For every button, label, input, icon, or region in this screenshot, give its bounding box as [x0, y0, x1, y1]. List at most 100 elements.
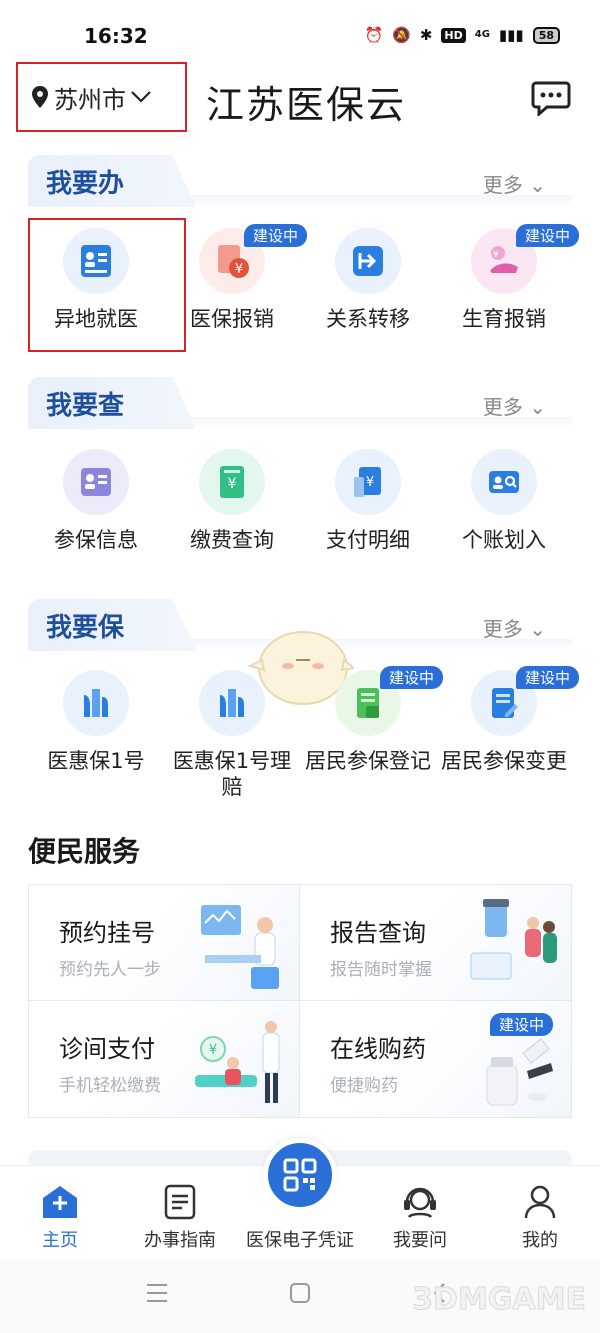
- item-label: 医惠保1号理赔: [172, 749, 292, 799]
- nav-label: 主页: [42, 1230, 78, 1251]
- wip-badge: 建设中: [380, 666, 444, 689]
- more-link[interactable]: 更多 ⌄: [483, 169, 546, 198]
- alarm-icon: ⏰: [364, 26, 384, 44]
- yihuibao-logo-icon: [63, 670, 129, 736]
- service-resident-register[interactable]: 建设中 居民参保登记: [300, 666, 444, 800]
- section-title: 我要办: [46, 169, 125, 199]
- item-label: 关系转移: [326, 307, 410, 331]
- service-payment-query[interactable]: ¥ 缴费查询: [164, 449, 300, 553]
- card-title: 预约挂号: [59, 919, 155, 947]
- service-yihuibao[interactable]: 医惠保1号: [28, 670, 164, 800]
- service-card-report[interactable]: 报告查询 报告随时掌握: [300, 885, 571, 1001]
- battery-indicator: 58: [532, 26, 560, 44]
- item-label: 医惠保1号: [47, 749, 145, 773]
- nav-ask[interactable]: 我要问: [360, 1166, 480, 1260]
- location-pin-icon: [32, 86, 48, 108]
- item-label: 支付明细: [326, 528, 410, 552]
- services-title: 便民服务: [28, 835, 141, 868]
- card-title: 诊间支付: [59, 1035, 155, 1063]
- service-transfer[interactable]: 关系转移: [300, 228, 436, 332]
- service-insurance-info[interactable]: 参保信息: [28, 449, 164, 553]
- user-icon: [524, 1185, 556, 1219]
- section-title: 我要查: [46, 391, 125, 421]
- service-payment-detail[interactable]: ¥ 支付明细: [300, 449, 436, 553]
- item-label: 生育报销: [462, 307, 546, 331]
- svg-text:¥: ¥: [209, 1043, 217, 1058]
- bill-icon: ¥: [199, 449, 265, 515]
- message-icon[interactable]: [531, 80, 571, 116]
- card-subtitle: 预约先人一步: [59, 960, 161, 980]
- doctor-monitor-illustration: [201, 905, 279, 989]
- nav-guide[interactable]: 办事指南: [120, 1166, 240, 1260]
- svg-text:¥: ¥: [235, 262, 243, 277]
- yihuibao-logo-icon: [199, 670, 265, 736]
- network-label: 4G: [474, 29, 490, 40]
- qr-voucher-button[interactable]: [263, 1138, 337, 1212]
- service-card-clinic-pay[interactable]: 诊间支付 手机轻松缴费 ¥: [29, 1001, 300, 1117]
- wip-badge: 建设中: [516, 224, 580, 247]
- item-label: 居民参保变更: [441, 749, 567, 773]
- home-icon: [43, 1186, 77, 1218]
- more-link[interactable]: 更多 ⌄: [483, 391, 546, 420]
- section-bao-grid: 医惠保1号 医惠保1号理赔 建设中 居民参保登记 建设中 居民参保变更: [28, 666, 580, 800]
- profile-card-icon: [63, 449, 129, 515]
- more-link[interactable]: 更多 ⌄: [483, 613, 546, 642]
- item-label: 居民参保登记: [305, 749, 431, 773]
- report-people-illustration: [470, 899, 557, 980]
- qr-code-icon: [283, 1158, 317, 1192]
- nav-label: 我的: [522, 1230, 558, 1251]
- service-maternity[interactable]: ¥ 建设中 生育报销: [436, 224, 580, 332]
- card-subtitle: 手机轻松缴费: [59, 1076, 161, 1096]
- nav-home[interactable]: 主页: [0, 1166, 120, 1260]
- section-cha-header: 我要查 更多 ⌄: [28, 377, 572, 429]
- status-time: 16:32: [84, 24, 148, 48]
- card-title: 报告查询: [330, 919, 426, 947]
- payment-receipt-icon: ¥: [335, 449, 401, 515]
- headset-icon: [404, 1187, 436, 1218]
- wip-badge: 建设中: [244, 224, 308, 247]
- item-label: 参保信息: [54, 528, 138, 552]
- chevron-down-icon: ⌄: [529, 395, 546, 419]
- status-bar: 16:32 ⏰ 🔕 ✱ HD 4G ▮▮▮ 58: [0, 0, 600, 70]
- item-label: 缴费查询: [190, 528, 274, 552]
- city-selector[interactable]: 苏州市: [16, 62, 187, 132]
- menu-icon[interactable]: [146, 1282, 168, 1304]
- watermark: 3DMGAME: [412, 1282, 587, 1318]
- mute-icon: 🔕: [392, 26, 411, 44]
- medicine-illustration: [486, 1038, 553, 1106]
- svg-text:¥: ¥: [366, 475, 374, 490]
- card-subtitle: 报告随时掌握: [330, 960, 432, 980]
- account-search-icon: [471, 449, 537, 515]
- nav-profile[interactable]: 我的: [480, 1166, 600, 1260]
- home-square-icon[interactable]: [289, 1282, 311, 1304]
- section-banli-header: 我要办 更多 ⌄: [28, 155, 572, 207]
- service-account-transfer[interactable]: 个账划入: [436, 449, 572, 553]
- chevron-down-icon: [131, 91, 151, 103]
- signal-icon: ▮▮▮: [498, 26, 524, 44]
- city-label: 苏州市: [54, 85, 126, 114]
- service-yihuibao-claim[interactable]: 医惠保1号理赔: [164, 670, 300, 800]
- transfer-icon: [335, 228, 401, 294]
- service-resident-change[interactable]: 建设中 居民参保变更: [436, 666, 580, 800]
- card-title: 在线购药: [330, 1035, 426, 1063]
- bluetooth-icon: ✱: [419, 26, 433, 44]
- status-icons: ⏰ 🔕 ✱ HD 4G ▮▮▮ 58: [364, 26, 560, 44]
- nav-label: 我要问: [393, 1230, 447, 1251]
- highlight-box: [28, 218, 186, 352]
- services-grid: 预约挂号 预约先人一步 报告查询 报告随时掌握 诊间支付 手机轻松缴费 ¥ 在线…: [28, 884, 572, 1118]
- wip-badge: 建设中: [516, 666, 580, 689]
- clinic-payment-illustration: ¥: [195, 1021, 280, 1103]
- hd-icon: HD: [441, 27, 466, 43]
- item-label: 个账划入: [462, 528, 546, 552]
- nav-label: 办事指南: [144, 1230, 216, 1251]
- service-card-appointment[interactable]: 预约挂号 预约先人一步: [29, 885, 300, 1001]
- svg-text:¥: ¥: [493, 250, 499, 260]
- app-header: 苏州市 江苏医保云: [0, 62, 600, 132]
- section-cha-grid: 参保信息 ¥ 缴费查询 ¥ 支付明细 个账划入: [28, 449, 572, 553]
- chevron-down-icon: ⌄: [529, 617, 546, 641]
- service-card-medicine[interactable]: 在线购药 便捷购药 建设中: [300, 1001, 571, 1117]
- app-title: 江苏医保云: [206, 83, 407, 127]
- section-title: 我要保: [46, 613, 125, 643]
- guide-list-icon: [164, 1184, 196, 1220]
- card-subtitle: 便捷购药: [330, 1076, 398, 1096]
